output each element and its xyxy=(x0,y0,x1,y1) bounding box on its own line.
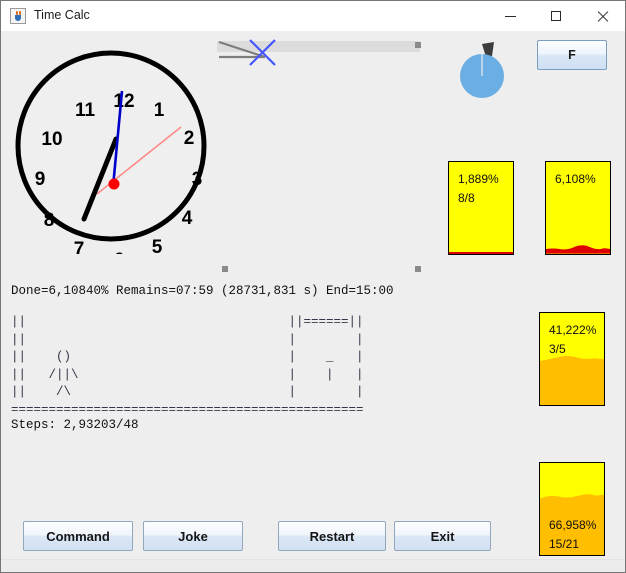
clock-numeral-10: 10 xyxy=(41,129,62,150)
restart-button[interactable]: Restart xyxy=(278,521,386,551)
clock-numeral-9: 9 xyxy=(35,169,46,190)
progress-bar-1-ratio: 8/8 xyxy=(458,191,475,205)
window-title: Time Calc xyxy=(34,8,90,22)
progress-bar-1-percent: 1,889% xyxy=(458,172,499,186)
progress-bar-2-percent: 6,108% xyxy=(555,172,596,186)
progress-bar-2-fill xyxy=(546,245,610,254)
close-button[interactable] xyxy=(579,1,625,31)
progress-bar-3: 41,222% 3/5 xyxy=(539,312,605,406)
marker-square-left xyxy=(222,266,228,272)
maximize-button[interactable] xyxy=(533,1,579,31)
progress-bar-3-ratio: 3/5 xyxy=(549,342,566,356)
content-panel: 12 1 2 3 4 5 6 7 8 9 10 11 xyxy=(1,31,625,572)
pie-gauge xyxy=(460,42,504,98)
clock-numeral-12: 12 xyxy=(113,91,134,112)
java-cup-icon xyxy=(10,8,26,24)
analog-clock: 12 1 2 3 4 5 6 7 8 9 10 11 xyxy=(15,50,207,254)
clock-numeral-4: 4 xyxy=(182,208,193,229)
clock-numeral-3: 3 xyxy=(192,169,203,190)
clock-numeral-8: 8 xyxy=(44,210,55,231)
clock-numeral-1: 1 xyxy=(154,100,165,121)
progress-bar-1-fill xyxy=(449,252,513,254)
clock-numeral-6: 6 xyxy=(114,250,125,254)
progress-bar-3-fill xyxy=(540,355,604,405)
top-progress-slider[interactable] xyxy=(217,36,427,66)
marker-square-right xyxy=(415,266,421,272)
progress-bar-4: 66,958% 15/21 xyxy=(539,462,605,556)
progress-bar-3-percent: 41,222% xyxy=(549,323,597,337)
clock-numeral-11: 11 xyxy=(75,100,96,121)
clock-center-dot xyxy=(108,178,120,190)
progress-bar-4-percent: 66,958% xyxy=(549,518,597,532)
command-button[interactable]: Command xyxy=(23,521,133,551)
minimize-button[interactable] xyxy=(487,1,533,31)
steps-line: Steps: 2,93203/48 xyxy=(11,418,139,432)
exit-button[interactable]: Exit xyxy=(394,521,491,551)
f-button[interactable]: F xyxy=(537,40,607,70)
status-line: Done=6,10840% Remains=07:59 (28731,831 s… xyxy=(11,284,394,298)
progress-bar-1: 1,889% 8/8 xyxy=(448,161,514,255)
clock-numeral-2: 2 xyxy=(184,128,195,149)
joke-button[interactable]: Joke xyxy=(143,521,243,551)
ascii-art-panel: || ||======|| || | | || () | _ | || /||\… xyxy=(11,315,364,417)
clock-numeral-5: 5 xyxy=(152,237,163,254)
bottom-strip xyxy=(1,559,625,572)
progress-bar-2: 6,108% xyxy=(545,161,611,255)
slider-end-knob xyxy=(415,42,421,48)
progress-bar-4-ratio: 15/21 xyxy=(549,537,580,551)
app-window: Time Calc 12 1 2 3 4 5 6 7 8 9 10 11 xyxy=(0,0,626,573)
clock-numeral-7: 7 xyxy=(74,239,85,254)
title-bar: Time Calc xyxy=(1,1,625,32)
